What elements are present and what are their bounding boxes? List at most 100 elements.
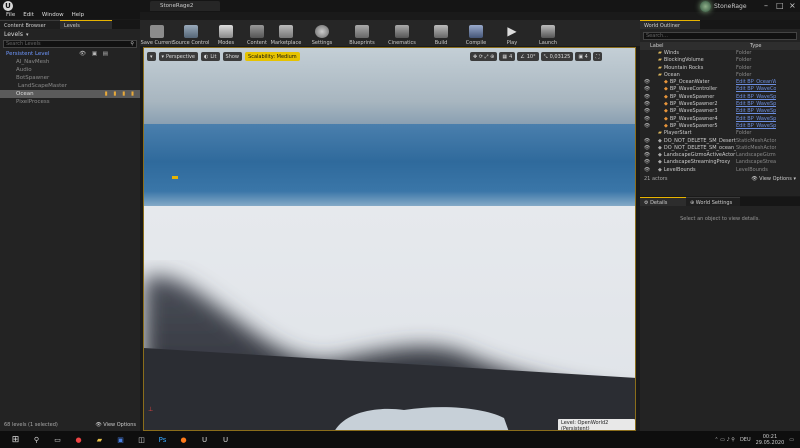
- launch-button[interactable]: Launch: [532, 20, 564, 46]
- level-action-icons[interactable]: ▮ ▮ ▮ ▮: [105, 90, 136, 98]
- level-row[interactable]: BotSpawner: [0, 74, 140, 82]
- content-button[interactable]: Content: [244, 20, 270, 46]
- tab-world-settings[interactable]: ⊕ World Settings: [686, 197, 740, 206]
- menu-file[interactable]: File: [6, 12, 15, 19]
- visibility-eye-icon[interactable]: 👁: [642, 101, 652, 108]
- firefox-icon[interactable]: ●: [176, 433, 191, 446]
- outliner-row[interactable]: ▰ Winds Folder: [642, 50, 800, 57]
- tab-levels[interactable]: Levels: [60, 20, 112, 29]
- visibility-eye-icon[interactable]: 👁: [642, 159, 652, 166]
- outliner-row[interactable]: ▰ Mountain Rocks Folder: [642, 65, 800, 72]
- tray-icons[interactable]: ⌃ ▭ ♪ ⚲: [714, 437, 735, 443]
- grid-snap-button[interactable]: ▦ 4: [499, 52, 516, 61]
- visibility-eye-icon[interactable]: 👁: [642, 108, 652, 115]
- close-icon[interactable]: ×: [789, 1, 796, 10]
- visibility-eye-icon[interactable]: 👁: [642, 152, 652, 159]
- outliner-row[interactable]: 👁 ◆ BP_WaveSpawner5 Edit BP_WaveSp: [642, 123, 800, 130]
- menu-window[interactable]: Window: [42, 12, 64, 19]
- clock[interactable]: 00:21 29.05.2020: [756, 434, 785, 446]
- angle-snap-button[interactable]: ∠ 10°: [517, 52, 539, 61]
- windows-start-icon[interactable]: ⊞: [8, 433, 23, 446]
- explorer-icon[interactable]: ▰: [92, 433, 107, 446]
- chrome-icon[interactable]: ●: [71, 433, 86, 446]
- visibility-eye-icon[interactable]: [642, 72, 652, 79]
- outliner-row[interactable]: 👁 ◆LandscapeStreamingProxy LandscapeStream…: [642, 159, 800, 166]
- viewport-menu-button[interactable]: ▾: [147, 52, 156, 61]
- unreal-taskbar-icon[interactable]: U: [197, 433, 212, 446]
- build-button[interactable]: Build: [422, 20, 460, 46]
- outliner-row[interactable]: 👁 ◆ BP_WaveSpawner Edit BP_WaveSp: [642, 94, 800, 101]
- outliner-row-type[interactable]: Edit BP_WaveSp: [736, 123, 776, 130]
- keyboard-language[interactable]: DEU: [740, 437, 751, 443]
- visibility-eye-icon[interactable]: 👁: [642, 123, 652, 130]
- camera-speed-button[interactable]: ▣ 4: [575, 52, 591, 61]
- outliner-row-type[interactable]: Edit BP_WaveSp: [736, 108, 776, 115]
- lit-button[interactable]: ◐ Lit: [201, 52, 220, 61]
- outliner-row[interactable]: 👁 ◆ BP_OceanWater Edit BP_OceanW: [642, 79, 800, 86]
- unreal-taskbar-icon-2[interactable]: U: [218, 433, 233, 446]
- photoshop-icon[interactable]: Ps: [155, 433, 170, 446]
- outliner-row[interactable]: ▰ BlockingVolume Folder: [642, 57, 800, 64]
- maximize-viewport-icon[interactable]: ⛶: [592, 52, 603, 61]
- visibility-eye-icon[interactable]: 👁: [642, 79, 652, 86]
- level-row[interactable]: PixelProcess: [0, 98, 140, 106]
- outliner-row[interactable]: 👁 ◆ LandscapeGizmoActiveActor LandscapeGizm…: [642, 152, 800, 159]
- project-badge[interactable]: StoneRage: [700, 0, 760, 12]
- level-viewport[interactable]: ▾ ▾ Perspective ◐ Lit Show Scalability: …: [143, 47, 636, 431]
- outliner-row-type[interactable]: Edit BP_WaveSp: [736, 94, 776, 101]
- visibility-eye-icon[interactable]: [642, 65, 652, 72]
- outliner-row-type[interactable]: Edit BP_WaveSp: [736, 116, 776, 123]
- visibility-eye-icon[interactable]: 👁: [642, 167, 652, 174]
- outliner-row[interactable]: 👁 ◆DO_NOT_DELETE_SM_ocean_sandStaticMeshA…: [642, 145, 800, 152]
- play-button[interactable]: ▶ Play: [492, 20, 532, 47]
- settings-button[interactable]: Settings: [302, 20, 342, 46]
- level-row-selected[interactable]: Ocean ▮ ▮ ▮ ▮: [0, 90, 140, 98]
- save-current-button[interactable]: Save Current: [140, 20, 174, 46]
- source-control-button[interactable]: Source Control: [173, 20, 209, 46]
- outliner-row[interactable]: 👁 ◆ BP_WaveSpawner3 Edit BP_WaveSp: [642, 108, 800, 115]
- visibility-eye-icon[interactable]: 👁: [642, 94, 652, 101]
- minimize-icon[interactable]: –: [764, 1, 768, 10]
- visibility-eye-icon[interactable]: 👁: [642, 145, 652, 152]
- levels-menu-button[interactable]: Levels: [4, 31, 23, 38]
- compile-button[interactable]: Compile: [460, 20, 492, 46]
- menu-help[interactable]: Help: [72, 12, 85, 19]
- task-view-icon[interactable]: ▭: [50, 433, 65, 446]
- cinematics-button[interactable]: Cinematics: [382, 20, 422, 46]
- outliner-row-type[interactable]: Edit BP_OceanW: [736, 79, 776, 86]
- column-type[interactable]: Type: [750, 42, 761, 50]
- outliner-row[interactable]: 👁 ◆ BP_WaveController Edit BP_WaveCo: [642, 86, 800, 93]
- outliner-view-options-button[interactable]: 👁 View Options ▾: [751, 176, 796, 182]
- outliner-row[interactable]: ▰ Ocean Folder: [642, 72, 800, 79]
- blueprints-button[interactable]: Blueprints: [342, 20, 382, 46]
- chevron-down-icon[interactable]: ▾: [26, 32, 29, 38]
- outliner-row[interactable]: 👁 ◆DO_NOT_DELETE_SM_Desert_RockStaticMesh…: [642, 138, 800, 145]
- levels-search-input[interactable]: Search Levels ⚲: [3, 40, 137, 48]
- outliner-row[interactable]: 👁 ◆ BP_WaveSpawner2 Edit BP_WaveSp: [642, 101, 800, 108]
- outliner-search-input[interactable]: Search...: [643, 32, 797, 40]
- visibility-eye-icon[interactable]: 👁: [642, 138, 652, 145]
- level-row[interactable]: Audio: [0, 66, 140, 74]
- level-row[interactable]: AI_NavMesh: [0, 58, 140, 66]
- outliner-row[interactable]: 👁 ◆ BP_WaveSpawner4 Edit BP_WaveSp: [642, 116, 800, 123]
- level-row-persistent[interactable]: Persistent Level 👁 ▣ ▤: [0, 50, 140, 58]
- scalability-warning[interactable]: Scalability: Medium: [245, 52, 300, 61]
- visibility-eye-icon[interactable]: [642, 130, 652, 137]
- visibility-eye-icon[interactable]: [642, 50, 652, 57]
- transform-tools[interactable]: ✥ ⟳ ⤢ ⊕: [470, 52, 498, 61]
- perspective-button[interactable]: ▾ Perspective: [158, 52, 198, 61]
- visibility-eye-icon[interactable]: 👁: [642, 86, 652, 93]
- visibility-eye-icon[interactable]: 👁: [642, 116, 652, 123]
- tab-content-browser[interactable]: Content Browser: [0, 20, 60, 29]
- menu-edit[interactable]: Edit: [23, 12, 34, 19]
- view-options-button[interactable]: 👁 View Options: [95, 422, 136, 428]
- column-label[interactable]: Label: [650, 42, 750, 50]
- outliner-row-type[interactable]: Edit BP_WaveCo: [736, 86, 776, 93]
- marketplace-button[interactable]: Marketplace: [270, 20, 302, 46]
- outliner-row[interactable]: 👁 ◆ LevelBounds LevelBounds: [642, 167, 800, 174]
- store-icon[interactable]: ◫: [134, 433, 149, 446]
- show-button[interactable]: Show: [222, 52, 243, 61]
- tab-world-outliner[interactable]: World Outliner: [640, 20, 700, 29]
- notifications-icon[interactable]: ▭: [789, 437, 794, 443]
- level-action-icons[interactable]: 👁 ▣ ▤: [79, 50, 110, 58]
